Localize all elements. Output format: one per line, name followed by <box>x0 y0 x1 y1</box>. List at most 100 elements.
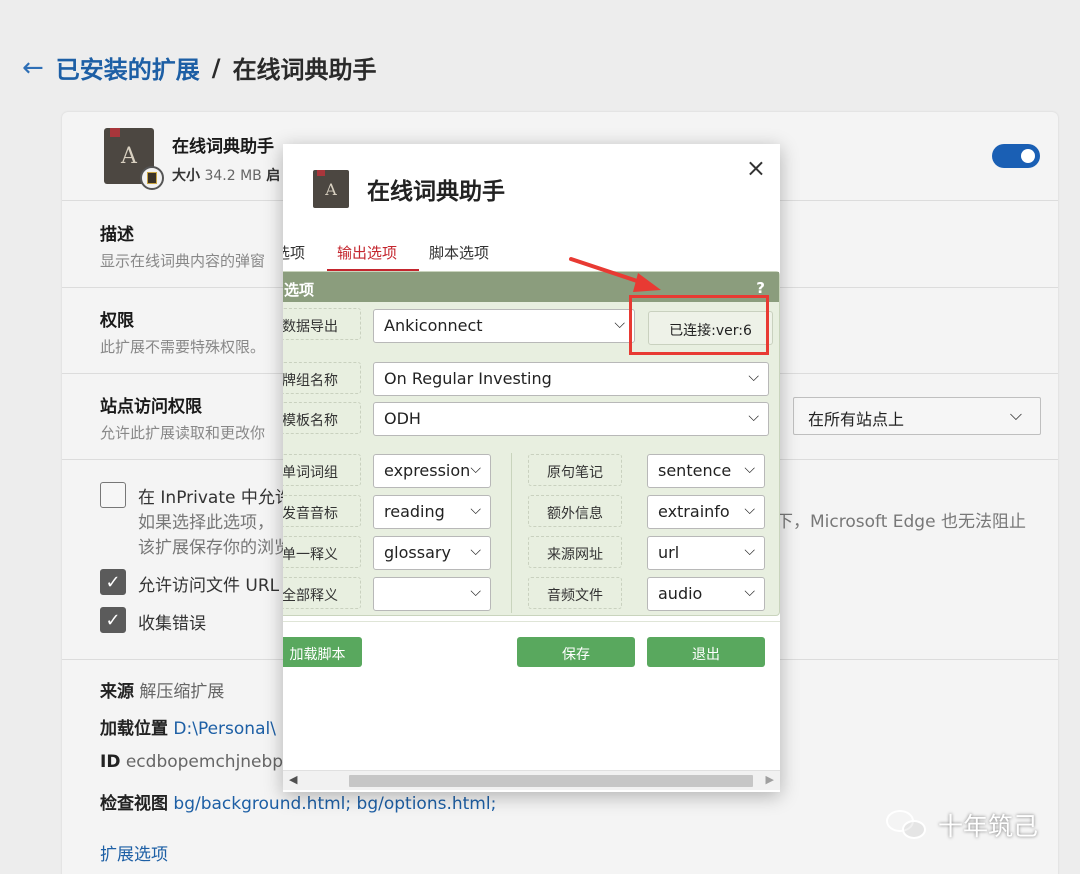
chevron-down-icon: ⌵ <box>748 369 759 385</box>
field-label-reading: 发音音标 <box>283 495 361 527</box>
extension-icon: A <box>104 128 164 190</box>
description-text: 显示在线词典内容的弹窗 <box>100 252 266 270</box>
inprivate-warning-text: 下，Microsoft Edge 也无法阻止 <box>776 512 1026 532</box>
field-label-extrainfo: 额外信息 <box>528 495 622 527</box>
deck-value: On Regular Investing <box>384 369 552 388</box>
inprivate-description-2: 该扩展保存你的浏览 <box>138 538 291 558</box>
extension-summary: A 在线词典助手 大小 34.2 MB 启 <box>104 128 280 190</box>
extrainfo-value: extrainfo <box>658 502 730 521</box>
wechat-icon <box>886 806 930 844</box>
file-url-checkbox[interactable]: ✓ <box>100 569 126 595</box>
scroll-left-icon[interactable]: ◀ <box>289 773 297 786</box>
deck-label: 牌组名称 <box>283 362 361 394</box>
page-header: ← 已安装的扩展 / 在线词典助手 <box>22 50 377 85</box>
source-row: 来源 解压缩扩展 <box>100 677 224 702</box>
watermark-text: 十年筑己 <box>938 812 1039 841</box>
model-label: 模板名称 <box>283 402 361 434</box>
chevron-down-icon: ⌵ <box>1009 405 1022 424</box>
collect-errors-checkbox[interactable]: ✓ <box>100 607 126 633</box>
dictionary-book-icon: A <box>313 170 349 208</box>
inprivate-checkbox[interactable] <box>100 482 126 508</box>
site-access-title: 站点访问权限 <box>100 397 202 417</box>
page-title: 在线词典助手 <box>232 56 377 84</box>
permissions-title: 权限 <box>100 311 134 331</box>
extension-name: 在线词典助手 <box>172 137 274 157</box>
size-label: 大小 <box>172 168 200 184</box>
all-glossary-select[interactable]: ⌵ <box>373 577 491 611</box>
glossary-select[interactable]: glossary ⌵ <box>373 536 491 570</box>
field-label-url: 来源网址 <box>528 536 622 568</box>
extension-options-link[interactable]: 扩展选项 <box>100 840 168 865</box>
scroll-right-icon[interactable]: ▶ <box>766 773 774 786</box>
breadcrumb-installed-extensions[interactable]: 已安装的扩展 <box>56 50 200 85</box>
chevron-down-icon: ⌵ <box>470 502 481 518</box>
url-value: url <box>658 543 680 562</box>
glossary-value: glossary <box>384 543 451 562</box>
export-label: 数据导出 <box>283 308 361 340</box>
divider <box>283 621 780 622</box>
save-button[interactable]: 保存 <box>517 637 635 667</box>
collect-errors-label: 收集错误 <box>138 614 206 634</box>
tab-general-options[interactable]: 选项 <box>283 242 327 272</box>
site-access-select[interactable]: 在所有站点上 ⌵ <box>793 397 1041 435</box>
chevron-down-icon: ⌵ <box>614 316 625 332</box>
inspect-row: 检查视图 bg/background.html; bg/options.html… <box>100 789 496 814</box>
url-select[interactable]: url ⌵ <box>647 536 765 570</box>
column-divider <box>511 453 512 613</box>
export-select[interactable]: Ankiconnect ⌵ <box>373 309 635 343</box>
extension-enable-toggle[interactable] <box>992 144 1040 168</box>
source-value: 解压缩扩展 <box>139 682 225 702</box>
field-label-audio: 音频文件 <box>528 577 622 609</box>
chevron-down-icon: ⌵ <box>470 461 481 477</box>
audio-value: audio <box>658 584 703 603</box>
breadcrumb-separator: / <box>211 53 221 82</box>
chevron-down-icon: ⌵ <box>470 584 481 600</box>
size-tail-text: 启 <box>266 168 281 184</box>
field-label-glossary: 单一释义 <box>283 536 361 568</box>
watermark: 十年筑己 <box>886 806 1038 844</box>
chevron-down-icon: ⌵ <box>744 584 755 600</box>
description-title: 描述 <box>100 225 134 245</box>
reading-select[interactable]: reading ⌵ <box>373 495 491 529</box>
site-access-text: 允许此扩展读取和更改你 <box>100 424 266 442</box>
sentence-select[interactable]: sentence ⌵ <box>647 454 765 488</box>
extrainfo-select[interactable]: extrainfo ⌵ <box>647 495 765 529</box>
inprivate-description: 如果选择此选项， <box>138 513 274 533</box>
options-dialog: × A 在线词典助手 选项 输出选项 脚本选项 选项 ? 数据导出 Ankico… <box>283 144 780 792</box>
model-value: ODH <box>384 409 421 428</box>
id-value: ecdbopemchjnebp <box>125 752 284 772</box>
back-arrow-icon[interactable]: ← <box>22 53 44 83</box>
chevron-down-icon: ⌵ <box>744 461 755 477</box>
chevron-down-icon: ⌵ <box>470 543 481 559</box>
location-link[interactable]: D:\Personal\ <box>173 719 276 739</box>
expression-select[interactable]: expression ⌵ <box>373 454 491 488</box>
export-value: Ankiconnect <box>384 316 483 335</box>
tab-output-options[interactable]: 输出选项 <box>327 242 420 272</box>
size-value: 34.2 MB <box>204 168 262 184</box>
annotation-arrow-icon <box>569 257 661 292</box>
tab-script-options[interactable]: 脚本选项 <box>419 242 511 272</box>
scrollbar-thumb[interactable] <box>349 775 753 787</box>
sentence-value: sentence <box>658 461 732 480</box>
model-select[interactable]: ODH ⌵ <box>373 402 769 436</box>
horizontal-scrollbar[interactable]: ◀ ▶ <box>283 770 780 790</box>
panel-title: 选项 <box>284 281 315 299</box>
audio-select[interactable]: audio ⌵ <box>647 577 765 611</box>
inspect-views-links[interactable]: bg/background.html; bg/options.html; <box>173 794 496 814</box>
file-url-label: 允许访问文件 URL <box>138 576 280 596</box>
exit-button[interactable]: 退出 <box>647 637 765 667</box>
field-label-sentence: 原句笔记 <box>528 454 622 486</box>
load-script-button[interactable]: 加载脚本 <box>283 637 362 667</box>
close-icon[interactable]: × <box>746 154 766 182</box>
deck-select[interactable]: On Regular Investing ⌵ <box>373 362 769 396</box>
permissions-text: 此扩展不需要特殊权限。 <box>100 338 266 356</box>
chevron-down-icon: ⌵ <box>748 409 759 425</box>
chevron-down-icon: ⌵ <box>744 502 755 518</box>
extension-size: 大小 34.2 MB 启 <box>172 165 280 185</box>
id-row: ID ecdbopemchjnebp <box>100 752 283 772</box>
highlight-box <box>629 295 769 355</box>
field-label-all-glossary: 全部释义 <box>283 577 361 609</box>
source-label: 来源 <box>100 682 134 702</box>
dialog-title: 在线词典助手 <box>367 179 505 205</box>
field-label-expression: 单词词组 <box>283 454 361 486</box>
